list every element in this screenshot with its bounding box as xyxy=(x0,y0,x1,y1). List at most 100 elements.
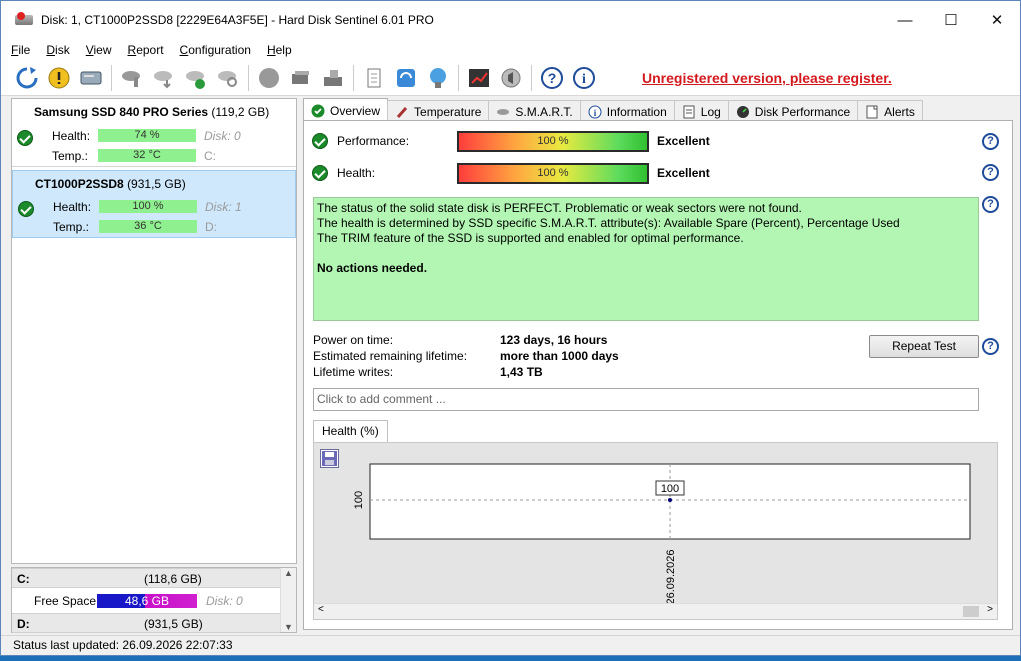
volume-scrollbar[interactable]: ▲ ▼ xyxy=(280,568,296,632)
tab-information[interactable]: i Information xyxy=(579,100,675,122)
health-rating: Excellent xyxy=(657,166,710,180)
tab-overview[interactable]: Overview xyxy=(303,98,389,122)
chart-scrollbar[interactable]: < > xyxy=(314,603,997,619)
chart-icon[interactable] xyxy=(465,64,493,92)
log-icon xyxy=(682,105,696,119)
svg-text:i: i xyxy=(582,72,586,87)
drive-letter: D: xyxy=(205,220,217,234)
info-icon[interactable]: i xyxy=(570,64,598,92)
tab-disk-performance[interactable]: Disk Performance xyxy=(727,100,859,122)
close-button[interactable]: ✕ xyxy=(974,1,1020,39)
volume-panel: C: (118,6 GB) Free Space 48,6 GB Disk: 0… xyxy=(11,567,297,633)
register-link[interactable]: Unregistered version, please register. xyxy=(642,70,892,86)
help-icon[interactable]: ? xyxy=(982,196,999,213)
minimize-button[interactable]: — xyxy=(882,1,928,39)
chart-svg: 100 100 26.09.2026 xyxy=(353,463,971,603)
health-bar: 100 % xyxy=(457,163,649,184)
repeat-test-button[interactable]: Repeat Test xyxy=(869,335,979,358)
disk-item-1[interactable]: CT1000P2SSD8 (931,5 GB) Health: 100 % Di… xyxy=(12,170,296,238)
thermometer-icon xyxy=(395,105,409,119)
disk-index: Disk: 0 xyxy=(206,594,243,608)
probe-icon[interactable] xyxy=(118,64,146,92)
menu-configuration[interactable]: Configuration xyxy=(180,43,251,57)
performance-label: Performance: xyxy=(337,134,410,148)
power-on-label: Power on time: xyxy=(313,333,394,347)
title-bar: Disk: 1, CT1000P2SSD8 [2229E64A3F5E] - H… xyxy=(1,1,1020,39)
tab-alerts[interactable]: Alerts xyxy=(857,100,923,122)
scroll-right-icon[interactable]: > xyxy=(987,604,993,615)
lifetime-value: more than 1000 days xyxy=(500,349,619,363)
disk-index: Disk: 0 xyxy=(204,129,241,143)
writes-value: 1,43 TB xyxy=(500,365,543,379)
probe-search-icon[interactable] xyxy=(214,64,242,92)
temp-label: Temp.: xyxy=(53,220,90,234)
power-on-value: 123 days, 16 hours xyxy=(500,333,608,347)
health-chart: 100 100 26.09.2026 < > xyxy=(313,442,998,620)
report-icon[interactable] xyxy=(360,64,388,92)
health-label: Health: xyxy=(53,200,92,214)
volume-size: (118,6 GB) xyxy=(144,572,202,586)
scroll-down-icon[interactable]: ▼ xyxy=(281,622,296,632)
drive-eject-icon[interactable] xyxy=(319,64,347,92)
warning-icon[interactable] xyxy=(45,64,73,92)
status-line: The status of the solid state disk is PE… xyxy=(317,201,802,215)
x-tick-label: 26.09.2026 xyxy=(665,549,677,603)
sound-icon[interactable] xyxy=(497,64,525,92)
help-icon[interactable]: ? xyxy=(982,338,999,355)
menu-disk[interactable]: Disk xyxy=(46,43,69,57)
help-icon[interactable]: ? xyxy=(982,164,999,181)
tab-temperature[interactable]: Temperature xyxy=(387,100,490,122)
probe-down-icon[interactable] xyxy=(150,64,178,92)
volume-row-d[interactable]: D: (931,5 GB) xyxy=(12,613,280,633)
probe-check-icon[interactable] xyxy=(182,64,210,92)
ok-check-icon xyxy=(18,201,34,217)
temp-bar: 36 °C xyxy=(99,220,197,233)
health-label: Health: xyxy=(337,166,376,180)
tab-smart[interactable]: S.M.A.R.T. xyxy=(488,100,581,122)
menu-report[interactable]: Report xyxy=(128,43,164,57)
main-window: Disk: 1, CT1000P2SSD8 [2229E64A3F5E] - H… xyxy=(0,0,1021,656)
scroll-thumb[interactable] xyxy=(963,606,979,617)
maximize-button[interactable]: ☐ xyxy=(928,1,974,39)
disk-item-0[interactable]: Samsung SSD 840 PRO Series (119,2 GB) He… xyxy=(12,99,296,167)
disk-name: Samsung SSD 840 PRO Series (119,2 GB) xyxy=(34,105,270,119)
writes-label: Lifetime writes: xyxy=(313,365,394,379)
gauge-icon xyxy=(736,105,750,119)
svg-text:?: ? xyxy=(548,70,557,86)
menu-file[interactable]: File xyxy=(11,43,30,57)
tab-health-percent[interactable]: Health (%) xyxy=(313,420,388,443)
scroll-left-icon[interactable]: < xyxy=(318,604,324,615)
help-icon[interactable]: ? xyxy=(538,64,566,92)
window-title: Disk: 1, CT1000P2SSD8 [2229E64A3F5E] - H… xyxy=(41,13,434,27)
menu-help[interactable]: Help xyxy=(267,43,292,57)
performance-row: Performance: 100 % Excellent xyxy=(312,131,1002,153)
volume-letter: D: xyxy=(17,617,30,631)
menu-view[interactable]: View xyxy=(86,43,112,57)
status-action: No actions needed. xyxy=(317,261,428,275)
disk-icon[interactable] xyxy=(77,64,105,92)
performance-bar: 100 % xyxy=(457,131,649,152)
tab-log[interactable]: Log xyxy=(673,100,729,122)
volume-letter: C: xyxy=(17,572,30,586)
free-space-label: Free Space xyxy=(34,594,97,608)
menu-bar: File Disk View Report Configuration Help xyxy=(1,39,1020,60)
smart-icon xyxy=(496,105,510,119)
sync-icon[interactable] xyxy=(392,64,420,92)
disk-list-panel: Samsung SSD 840 PRO Series (119,2 GB) He… xyxy=(11,98,297,564)
check-icon xyxy=(311,104,325,118)
ok-check-icon xyxy=(312,165,328,181)
comment-input[interactable]: Click to add comment ... xyxy=(313,388,979,411)
performance-rating: Excellent xyxy=(657,134,710,148)
scroll-up-icon[interactable]: ▲ xyxy=(281,568,296,578)
ok-check-icon xyxy=(312,133,328,149)
drive-bay-icon[interactable] xyxy=(287,64,315,92)
volume-row-c[interactable]: C: (118,6 GB) xyxy=(12,568,280,588)
refresh-icon[interactable] xyxy=(13,64,41,92)
help-icon[interactable]: ? xyxy=(982,133,999,150)
tab-bar: Overview Temperature S.M.A.R.T. i Inform… xyxy=(303,98,923,122)
network-icon[interactable] xyxy=(424,64,452,92)
overview-panel: Performance: 100 % Excellent ? Health: 1… xyxy=(303,120,1013,630)
data-label: 100 xyxy=(661,483,679,495)
info-icon: i xyxy=(588,105,602,119)
circle-icon[interactable] xyxy=(255,64,283,92)
